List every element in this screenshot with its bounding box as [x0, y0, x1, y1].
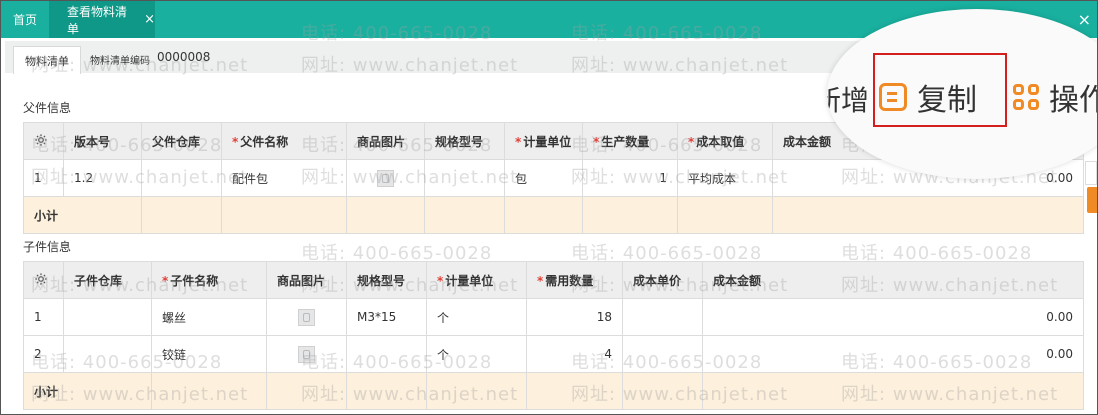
cell-amount: 0.00	[702, 298, 1084, 336]
cell-warehouse[interactable]	[141, 159, 222, 197]
child-col-header: * 子件名称	[151, 261, 267, 299]
side-scroll-handle[interactable]	[1087, 187, 1097, 213]
subtotal-row: 小计	[23, 196, 1084, 234]
tab-home[interactable]: 首页	[1, 1, 49, 38]
gear-icon[interactable]	[34, 133, 48, 147]
cell-child-name[interactable]: 铰链	[151, 335, 267, 373]
cell-unit[interactable]: 包	[504, 159, 583, 197]
required-mark: *	[437, 273, 444, 288]
table-row[interactable]: 2 铰链 个 4 0.00	[23, 335, 1084, 373]
cell-spec[interactable]: M3*15	[346, 298, 427, 336]
zoom-add-label[interactable]: 新增	[827, 79, 869, 119]
bom-code-label: 物料清单编码	[90, 56, 150, 67]
image-placeholder-icon[interactable]	[298, 345, 315, 363]
cell-image[interactable]	[266, 298, 347, 336]
parent-col-header: 父件仓库	[141, 122, 222, 160]
cell-warehouse[interactable]	[63, 298, 152, 336]
required-mark: *	[162, 273, 169, 288]
cell-image[interactable]	[266, 335, 347, 373]
cell-child-name[interactable]: 螺丝	[151, 298, 267, 336]
cell-price[interactable]	[622, 298, 703, 336]
child-header-row: 子件仓库 * 子件名称 商品图片 规格型号 * 计量单位 * 需用数量 成本单价 成本…	[23, 261, 1084, 299]
cell-amount: 0.00	[702, 335, 1084, 373]
cell-version[interactable]: 1.2	[63, 159, 142, 197]
bom-code-value: 0000008	[157, 50, 211, 64]
child-col-header: 商品图片	[266, 261, 347, 299]
tab-view-bom-label: 查看物料清单	[67, 4, 128, 36]
parent-col-header: *版本号	[63, 122, 142, 160]
child-col-header: 子件仓库	[63, 261, 152, 299]
cell-parent-name[interactable]: 配件包	[221, 159, 347, 197]
parent-col-header: * 生产数量	[582, 122, 678, 160]
tab-bom[interactable]: 物料清单	[13, 46, 81, 74]
row-index: 1	[23, 298, 64, 336]
cell-quantity[interactable]: 18	[526, 298, 623, 336]
subtotal-label: 小计	[23, 372, 152, 410]
cell-image[interactable]	[346, 159, 425, 197]
cell-quantity[interactable]: 4	[526, 335, 623, 373]
grid-icon	[1013, 84, 1039, 110]
parent-col-header: * 计量单位	[504, 122, 583, 160]
parent-settings-cell[interactable]	[23, 122, 64, 160]
cell-unit[interactable]: 个	[426, 298, 527, 336]
child-settings-cell[interactable]	[23, 261, 64, 299]
child-col-header: * 计量单位	[426, 261, 527, 299]
cell-spec[interactable]	[424, 159, 505, 197]
child-section-title: 子件信息	[23, 240, 72, 254]
operations-label: 操作	[1049, 83, 1097, 118]
parent-section-title: 父件信息	[23, 101, 72, 115]
required-mark: *	[537, 273, 544, 288]
parent-col-header: * 成本取值	[677, 122, 773, 160]
child-col-header: 成本金额	[702, 261, 1084, 299]
parent-col-header: * 父件名称	[221, 122, 347, 160]
cell-spec[interactable]	[346, 335, 427, 373]
image-placeholder-icon[interactable]	[377, 169, 394, 187]
side-panel-tab[interactable]	[1085, 161, 1097, 185]
window-close-icon[interactable]: ×	[1078, 10, 1091, 29]
required-mark: *	[593, 134, 600, 149]
cell-warehouse[interactable]	[63, 335, 152, 373]
cell-quantity[interactable]: 1	[582, 159, 678, 197]
copy-icon	[879, 83, 907, 111]
tab-view-bom[interactable]: 查看物料清单 ×	[49, 1, 155, 38]
required-mark: *	[232, 134, 239, 149]
required-mark: *	[515, 134, 522, 149]
tab-close-icon[interactable]: ×	[144, 12, 155, 27]
operations-button[interactable]: 操作	[1013, 75, 1097, 119]
gear-icon[interactable]	[34, 272, 48, 286]
child-col-header: * 需用数量	[526, 261, 623, 299]
subtotal-row: 小计	[23, 372, 1084, 410]
table-row[interactable]: 1 螺丝 M3*15 个 18 0.00	[23, 298, 1084, 336]
cell-unit[interactable]: 个	[426, 335, 527, 373]
parent-col-header: 商品图片	[346, 122, 425, 160]
parent-col-header: 规格型号	[424, 122, 505, 160]
cell-price[interactable]	[622, 335, 703, 373]
app-window: 首页 查看物料清单 × × 物料清单 物料清单编码 0000008 ▼ 父件信息…	[0, 0, 1098, 415]
child-col-header: 规格型号	[346, 261, 427, 299]
subtotal-label: 小计	[23, 196, 142, 234]
row-index: 1	[23, 159, 64, 197]
copy-label: 复制	[917, 83, 977, 118]
row-index: 2	[23, 335, 64, 373]
child-col-header: 成本单价	[622, 261, 703, 299]
cell-cost-method[interactable]: 平均成本	[677, 159, 773, 197]
child-table: 子件仓库 * 子件名称 商品图片 规格型号 * 计量单位 * 需用数量 成本单价 成本…	[23, 261, 1084, 410]
copy-button[interactable]: 复制	[879, 75, 977, 119]
image-placeholder-icon[interactable]	[298, 308, 315, 326]
required-mark: *	[688, 134, 695, 149]
